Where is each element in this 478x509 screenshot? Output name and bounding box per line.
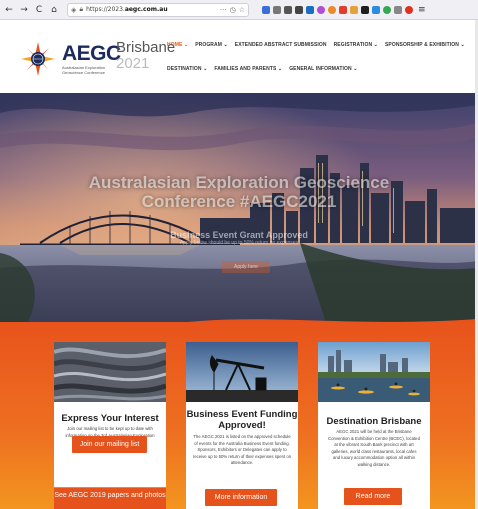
more-information-button[interactable]: More information	[205, 489, 277, 506]
hero-banner: Australasian Exploration Geoscience Conf…	[0, 93, 478, 335]
url-text: https://2023.aegc.com.au	[86, 6, 168, 13]
extension-shield-icon[interactable]	[361, 5, 369, 14]
hero-title-line-2: Conference #AEGC2021	[141, 192, 337, 211]
apply-here-button[interactable]: Apply here	[222, 261, 270, 273]
card-express-interest: Express Your Interest Join our mailing l…	[54, 342, 166, 487]
hero-title-line-1: Australasian Exploration Geoscience	[88, 173, 390, 192]
hero-subsubtitle: Apply below should be up to 50% return o…	[179, 240, 299, 246]
page-actions-icon[interactable]: ···	[220, 6, 227, 14]
extension-orange-icon[interactable]	[328, 5, 336, 14]
nav-item-program[interactable]: PROGRAM ⌄	[195, 41, 228, 49]
nav-item-destination[interactable]: DESTINATION ⌄	[167, 65, 207, 73]
library-icon[interactable]	[273, 5, 281, 14]
privacy-icon[interactable]	[295, 5, 303, 14]
download-icon[interactable]	[262, 5, 270, 14]
nav-row-1: HOME ⌄ PROGRAM ⌄ EXTENDED ABSTRACT SUBMI…	[167, 41, 467, 49]
extension-red-circle-icon[interactable]	[405, 5, 413, 14]
extensions-bar	[262, 5, 413, 14]
see-aegc-2019-papers-button[interactable]: See AEGC 2019 papers and photos	[54, 488, 166, 509]
extension-puzzle-icon[interactable]	[350, 5, 358, 14]
nav-item-general-info[interactable]: GENERAL INFORMATION ⌄	[289, 65, 357, 73]
card-business-funding: Business Event Funding Approved! The AEG…	[186, 342, 298, 509]
logo-name: AEGC	[62, 42, 121, 65]
nav-item-home[interactable]: HOME ⌄	[167, 41, 188, 49]
read-more-button[interactable]: Read more	[344, 488, 402, 505]
logo-year: 2021	[116, 55, 150, 72]
logo-wordmark: AEGC Australasian Exploration Geoscience…	[62, 42, 121, 76]
nav-item-families[interactable]: FAMILIES AND PARENTS ⌄	[214, 65, 282, 73]
pocket-icon[interactable]: ◷	[230, 6, 236, 14]
extension-blue-icon[interactable]	[372, 5, 380, 14]
nav-item-registration[interactable]: REGISTRATION ⌄	[334, 41, 378, 49]
reload-icon[interactable]: C	[33, 4, 45, 16]
shield-icon: ◈	[71, 5, 77, 14]
card-3-title: Destination Brisbane	[326, 416, 422, 427]
translate-icon[interactable]	[306, 5, 314, 14]
site-logo[interactable]: AEGC Australasian Exploration Geoscience…	[20, 37, 175, 81]
hero-subtitle: Business Event Grant Approved	[170, 230, 308, 240]
logo-compass-icon	[20, 41, 56, 77]
hero-photo	[0, 93, 478, 335]
card-2-text: The AEGC 2021 is listed on the approved …	[192, 434, 292, 466]
logo-subtitle-2: Geoscience Conference	[62, 70, 105, 75]
card-image-mine	[54, 342, 166, 402]
card-image-kayaks	[318, 342, 430, 402]
browser-toolbar: ← → C ⌂ ◈ 🔒︎ https://2023.aegc.com.au ··…	[0, 0, 478, 20]
home-icon[interactable]: ⌂	[48, 4, 60, 16]
main-nav: HOME ⌄ PROGRAM ⌄ EXTENDED ABSTRACT SUBMI…	[167, 41, 467, 73]
site-header: AEGC Australasian Exploration Geoscience…	[0, 20, 478, 93]
extension-red-icon[interactable]	[339, 5, 347, 14]
card-3-text: AEGC 2021 will be held at the Brisbane C…	[328, 429, 420, 467]
card-1-title: Express Your Interest	[61, 413, 159, 424]
bookmark-star-icon[interactable]: ☆	[239, 6, 245, 14]
card-image-oil-pump	[186, 342, 298, 402]
card-2-title: Business Event Funding Approved!	[186, 409, 298, 431]
forward-icon[interactable]: →	[18, 4, 30, 16]
join-mailing-list-button[interactable]: Join our mailing list	[72, 436, 147, 453]
card-destination-brisbane: Destination Brisbane AEGC 2021 will be h…	[318, 342, 430, 509]
nav-row-2: DESTINATION ⌄ FAMILIES AND PARENTS ⌄ GEN…	[167, 65, 467, 73]
cards-section: Express Your Interest Join our mailing l…	[0, 322, 478, 509]
nav-item-extended-abstract[interactable]: EXTENDED ABSTRACT SUBMISSION	[235, 41, 327, 49]
sidebar-icon[interactable]	[284, 5, 292, 14]
lock-icon: 🔒︎	[79, 5, 84, 13]
extension-green-icon[interactable]	[383, 5, 391, 14]
hamburger-menu-icon[interactable]: ≡	[418, 5, 426, 15]
back-icon[interactable]: ←	[3, 4, 15, 16]
address-bar[interactable]: ◈ 🔒︎ https://2023.aegc.com.au ··· ◷ ☆	[67, 2, 249, 17]
nav-item-sponsorship[interactable]: SPONSORSHIP & EXHIBITION ⌄	[385, 41, 465, 49]
extension-z-icon[interactable]	[394, 5, 402, 14]
extension-purple-icon[interactable]	[317, 5, 325, 14]
